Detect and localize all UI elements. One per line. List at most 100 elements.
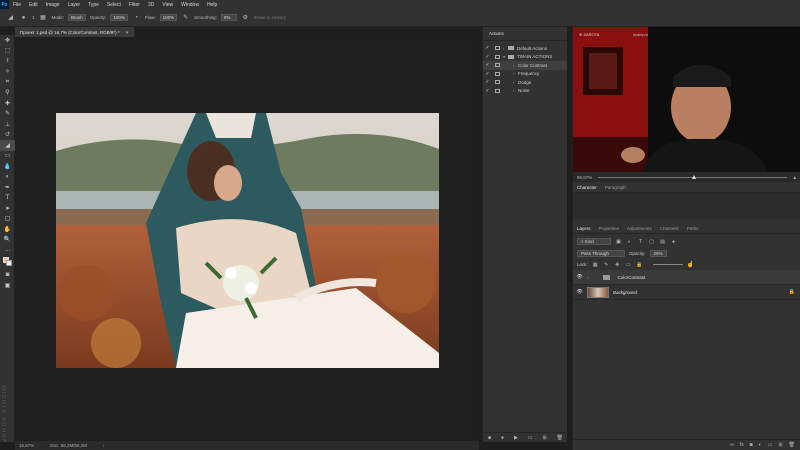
menu-filter[interactable]: Filter — [125, 2, 144, 8]
lock-artboard-icon[interactable]: ▭ — [625, 261, 632, 268]
eraser-tool-icon[interactable]: ◢ — [0, 140, 15, 151]
link-layers-icon[interactable]: ∞ — [730, 442, 734, 448]
new-group-icon[interactable]: ▭ — [768, 442, 773, 448]
trash-icon[interactable]: 🗑 — [789, 442, 795, 448]
pen-tool-icon[interactable]: ✒ — [0, 182, 15, 193]
tab-paragraph[interactable]: Paragraph — [605, 185, 626, 190]
quick-select-tool-icon[interactable]: ✧ — [0, 67, 15, 78]
chevron-right-icon[interactable]: › — [103, 443, 105, 448]
lock-image-icon[interactable]: ✎ — [603, 261, 610, 268]
smoothing-field[interactable]: 0% — [220, 14, 237, 21]
pixel-filter-icon[interactable]: ▣ — [615, 238, 622, 245]
quick-mask-icon[interactable]: ◙ — [0, 270, 15, 281]
type-filter-icon[interactable]: T — [637, 238, 644, 245]
photoshop-logo-icon[interactable]: Ps — [0, 0, 9, 9]
menu-edit[interactable]: Edit — [25, 2, 42, 8]
smart-object-filter-icon[interactable]: ▤ — [659, 238, 666, 245]
close-tab-icon[interactable]: × — [126, 30, 129, 35]
action-item[interactable]: ✓ › Noise — [483, 87, 567, 96]
tab-character[interactable]: Character — [577, 185, 597, 190]
menu-image[interactable]: Image — [42, 2, 64, 8]
layer-style-icon[interactable]: fx — [740, 442, 744, 448]
healing-brush-tool-icon[interactable]: ✚ — [0, 98, 15, 109]
blur-tool-icon[interactable]: 💧 — [0, 161, 15, 172]
dialog-toggle-icon[interactable] — [495, 80, 500, 85]
filter-toggle-icon[interactable]: ● — [670, 238, 677, 245]
action-item[interactable]: ✓ › Frequency — [483, 70, 567, 79]
brush-preset-icon[interactable]: ● — [19, 13, 28, 22]
checkmark-icon[interactable]: ✓ — [483, 62, 492, 68]
rectangle-tool-icon[interactable]: ▢ — [0, 214, 15, 225]
checkmark-icon[interactable]: ✓ — [483, 45, 492, 51]
adjustment-layer-icon[interactable]: ◐ — [759, 442, 762, 448]
move-tool-icon[interactable]: ✥ — [0, 35, 15, 46]
lasso-tool-icon[interactable]: ℓ — [0, 56, 15, 67]
dialog-toggle-icon[interactable] — [495, 54, 500, 59]
menu-select[interactable]: Select — [103, 2, 125, 8]
menu-layer[interactable]: Layer — [64, 2, 85, 8]
navigator-zoom[interactable]: 66,67% — [577, 175, 592, 180]
document-info[interactable]: Doc: 56,2M/56,2M — [50, 443, 87, 448]
action-item[interactable]: ✓ › Default Actions — [483, 44, 567, 53]
tab-properties[interactable]: Properties — [599, 226, 620, 231]
zoom-level[interactable]: 16,67% — [19, 443, 34, 448]
layer-name[interactable]: ColorContrast — [618, 275, 646, 280]
adjustment-filter-icon[interactable]: ◐ — [626, 238, 633, 245]
airbrush-icon[interactable]: ✎ — [181, 13, 190, 22]
new-layer-icon[interactable]: ⊞ — [778, 442, 782, 448]
crop-tool-icon[interactable]: ⌗ — [0, 77, 15, 88]
history-brush-tool-icon[interactable]: ↺ — [0, 130, 15, 141]
navigator-zoom-slider[interactable] — [598, 174, 787, 179]
eye-icon[interactable]: 👁 — [576, 274, 583, 280]
action-item[interactable]: ✓ ▾ TWAIN ACTIONS — [483, 53, 567, 62]
color-swatches[interactable] — [0, 256, 15, 270]
clone-stamp-tool-icon[interactable]: ⊥ — [0, 119, 15, 130]
lock-all-icon[interactable]: 🔒 — [636, 261, 643, 268]
document-tab[interactable]: Проект 1.psd @ 16,7% (ColorContrast, RGB… — [15, 27, 135, 37]
menu-type[interactable]: Type — [84, 2, 103, 8]
zoom-in-icon[interactable]: ▲ — [793, 175, 797, 180]
new-action-icon[interactable]: ⊞ — [542, 435, 546, 441]
layer-filter-select[interactable]: ⌕ Kind — [577, 238, 611, 245]
actions-tab[interactable]: Actions — [483, 27, 567, 41]
layer-row-background[interactable]: 👁 Background 🔒 — [573, 285, 800, 300]
eraser-tool-icon[interactable]: ◢ — [6, 13, 15, 22]
dialog-toggle-icon[interactable] — [495, 88, 500, 93]
type-tool-icon[interactable]: T — [0, 193, 15, 204]
brush-tool-icon[interactable]: ✎ — [0, 109, 15, 120]
menu-3d[interactable]: 3D — [144, 2, 158, 8]
add-mask-icon[interactable]: ◙ — [750, 442, 753, 448]
stop-icon[interactable]: ■ — [488, 435, 491, 441]
opacity-slider[interactable] — [652, 264, 683, 265]
path-select-tool-icon[interactable]: ➤ — [0, 203, 15, 214]
tab-paths[interactable]: Paths — [687, 226, 699, 231]
tab-layers[interactable]: Layers — [577, 226, 591, 231]
record-icon[interactable]: ● — [501, 435, 504, 441]
pressure-opacity-icon[interactable]: ◔ — [132, 13, 141, 22]
menu-window[interactable]: Window — [177, 2, 203, 8]
gear-icon[interactable]: ⚙ — [241, 13, 250, 22]
mode-select[interactable]: Brush — [68, 14, 86, 21]
folder-icon[interactable]: ▭ — [528, 435, 533, 441]
play-icon[interactable]: ▶ — [514, 435, 518, 441]
canvas-image[interactable] — [56, 113, 439, 368]
blend-mode-select[interactable]: Pass Through — [577, 250, 625, 257]
opacity-field[interactable]: 100% — [110, 14, 128, 21]
expand-chevron-icon[interactable]: › — [587, 275, 589, 280]
more-tools-icon[interactable]: … — [0, 245, 15, 256]
slider-thumb[interactable] — [692, 174, 697, 179]
flow-field[interactable]: 100% — [159, 14, 178, 21]
dialog-toggle-icon[interactable] — [495, 63, 500, 68]
background-color-swatch[interactable] — [6, 259, 12, 266]
screen-mode-icon[interactable]: ▣ — [0, 280, 15, 291]
gradient-tool-icon[interactable]: ▭ — [0, 151, 15, 162]
checkmark-icon[interactable]: ✓ — [483, 88, 492, 94]
dodge-tool-icon[interactable]: ◐ — [0, 172, 15, 183]
layer-opacity-field[interactable]: 25% — [649, 250, 667, 257]
checkmark-icon[interactable]: ✓ — [483, 71, 492, 77]
eyedropper-tool-icon[interactable]: ⚲ — [0, 88, 15, 99]
marquee-tool-icon[interactable]: ⬚ — [0, 46, 15, 57]
dialog-toggle-icon[interactable] — [495, 46, 500, 51]
eye-icon[interactable]: 👁 — [576, 289, 583, 295]
trash-icon[interactable]: 🗑 — [557, 435, 563, 441]
